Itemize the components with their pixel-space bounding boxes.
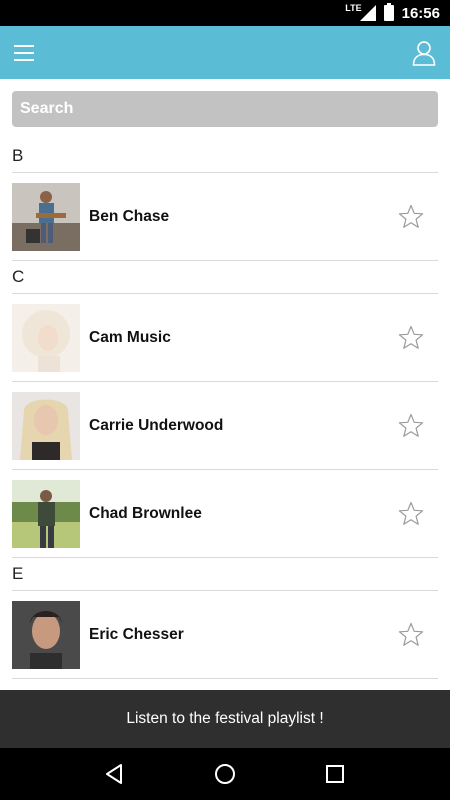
user-profile-icon[interactable] [412,40,436,66]
avatar [12,391,80,460]
section-header-e: E [12,558,438,591]
home-circle-icon[interactable] [213,762,237,786]
back-triangle-icon[interactable] [103,762,127,786]
status-bar: LTE 16:56 [0,0,450,26]
favorite-star-icon[interactable] [398,413,424,439]
avatar [12,479,80,548]
artist-list: B Ben Chase C Cam Music Carrie Underwood… [0,140,450,679]
network-type: LTE [345,3,362,13]
favorite-star-icon[interactable] [398,204,424,230]
section-header-b: B [12,140,438,173]
list-item[interactable]: Eric Chesser [12,591,438,679]
hamburger-menu-icon[interactable] [14,44,34,61]
system-nav-bar [0,748,450,800]
avatar [12,182,80,251]
list-item[interactable]: Ben Chase [12,173,438,261]
status-time: 16:56 [401,4,440,22]
section-header-c: C [12,261,438,294]
list-item[interactable]: Chad Brownlee [12,470,438,558]
artist-name: Cam Music [89,328,171,346]
signal-icon [359,5,376,21]
avatar [12,600,80,669]
app-screen: LTE 16:56 B [0,0,450,800]
search-input[interactable] [12,91,438,127]
artist-name: Carrie Underwood [89,416,224,434]
list-item[interactable]: Carrie Underwood [12,382,438,470]
app-bar [0,26,450,79]
favorite-star-icon[interactable] [398,501,424,527]
artist-name: Eric Chesser [89,625,184,643]
battery-icon [383,3,394,21]
festival-playlist-button[interactable]: Listen to the festival playlist ! [0,690,450,748]
list-item[interactable]: Cam Music [12,294,438,382]
favorite-star-icon[interactable] [398,622,424,648]
artist-name: Ben Chase [89,207,170,225]
artist-name: Chad Brownlee [89,504,202,522]
favorite-star-icon[interactable] [398,325,424,351]
avatar [12,303,80,372]
recents-square-icon[interactable] [323,762,347,786]
